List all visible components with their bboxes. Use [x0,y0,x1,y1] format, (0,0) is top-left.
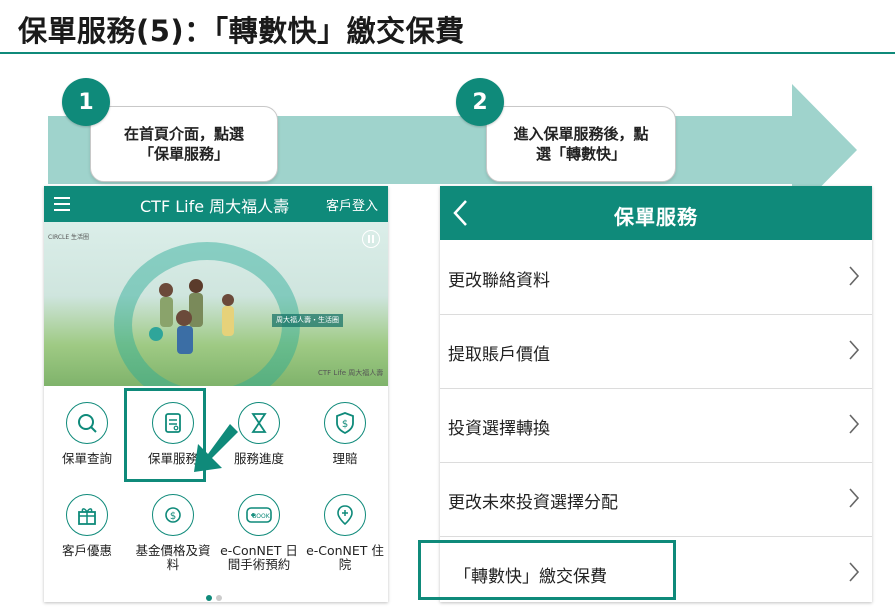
menu-item-label: 投資選擇轉換 [448,419,550,439]
circle-logo: CIRCLE 生活圈 [48,234,90,241]
chevron-right-icon [849,562,860,582]
step2-number: 2 [456,78,504,126]
tile-hospitalization[interactable]: e-ConNET 住院 [302,494,388,572]
family-illustration [149,279,234,354]
step1-line1: 在首頁介面，點選 [123,125,244,143]
svg-text:$: $ [170,511,176,522]
tile-label: 客戶優惠 [61,543,112,558]
tile-customer-offers[interactable]: 客戶優惠 [44,494,130,558]
menu-item-label: 更改未來投資選擇分配 [448,493,618,513]
promo-banner[interactable]: CIRCLE 生活圈 周大福人壽・生活圈 CTF Life 周大福人壽 [44,222,388,386]
brand-logo: CTF Life 周大福人壽 [140,197,290,216]
page-indicator [204,586,224,602]
tile-label: 理賠 [332,451,358,466]
svg-text:$: $ [342,419,348,430]
tile-fund-prices[interactable]: $ 基金價格及資料 [130,494,216,572]
arrow-pointer-icon [194,424,238,472]
banner-slogan: 周大福人壽・生活圈 [272,314,343,327]
dollar-growth-icon: $ [152,494,194,536]
tile-label: e-ConNET 住院 [306,543,384,572]
menu-item-future-allocation[interactable]: 更改未來投資選擇分配 [440,463,872,537]
step2-line1: 進入保單服務後，點 [513,125,649,143]
menu-item-fund-switch[interactable]: 投資選擇轉換 [440,389,872,463]
pause-icon[interactable] [362,230,380,248]
gift-icon [66,494,108,536]
tile-label: e-ConNET 日間手術預約 [220,543,298,572]
policy-service-header: 保單服務 [440,186,872,240]
chevron-right-icon [849,340,860,360]
menu-item-label: 更改聯絡資料 [448,271,550,291]
step1-line2: 「保單服務」 [138,145,229,163]
dollar-shield-icon: $ [324,402,366,444]
chevron-right-icon [849,414,860,434]
tile-policy-inquiry[interactable]: 保單查詢 [44,402,130,466]
login-button[interactable]: 客戶登入 [326,195,378,214]
menu-item-withdraw-value[interactable]: 提取賬戶價值 [440,315,872,389]
step1-callout: 在首頁介面，點選 「保單服務」 [90,106,278,182]
tile-claims[interactable]: $ 理賠 [302,402,388,466]
step2-callout: 進入保單服務後，點 選「轉數快」 [486,106,676,182]
step1-number: 1 [62,78,110,126]
highlight-fps-payment [418,540,676,600]
search-icon [66,402,108,444]
app-header: CTF Life 周大福人壽 客戶登入 [44,186,388,222]
menu-item-label: 提取賬戶價值 [448,345,550,365]
book-icon: BOOK [238,494,280,536]
tile-label: 基金價格及資料 [135,543,211,572]
home-screen: CTF Life 周大福人壽 客戶登入 CIRCLE 生活圈 周大福人壽・生活圈… [44,186,388,602]
step2-line2: 選「轉數快」 [535,145,626,163]
menu-item-update-contact[interactable]: 更改聯絡資料 [440,241,872,315]
location-pin-icon [324,494,366,536]
policy-service-title: 保單服務 [614,205,698,229]
tile-day-surgery[interactable]: BOOK e-ConNET 日間手術預約 [216,494,302,572]
banner-brand: CTF Life 周大福人壽 [318,369,384,377]
chevron-right-icon [849,488,860,508]
chevron-right-icon [849,266,860,286]
tile-label: 保單查詢 [61,451,112,466]
svg-text:BOOK: BOOK [252,513,270,520]
hamburger-icon[interactable] [54,197,70,211]
